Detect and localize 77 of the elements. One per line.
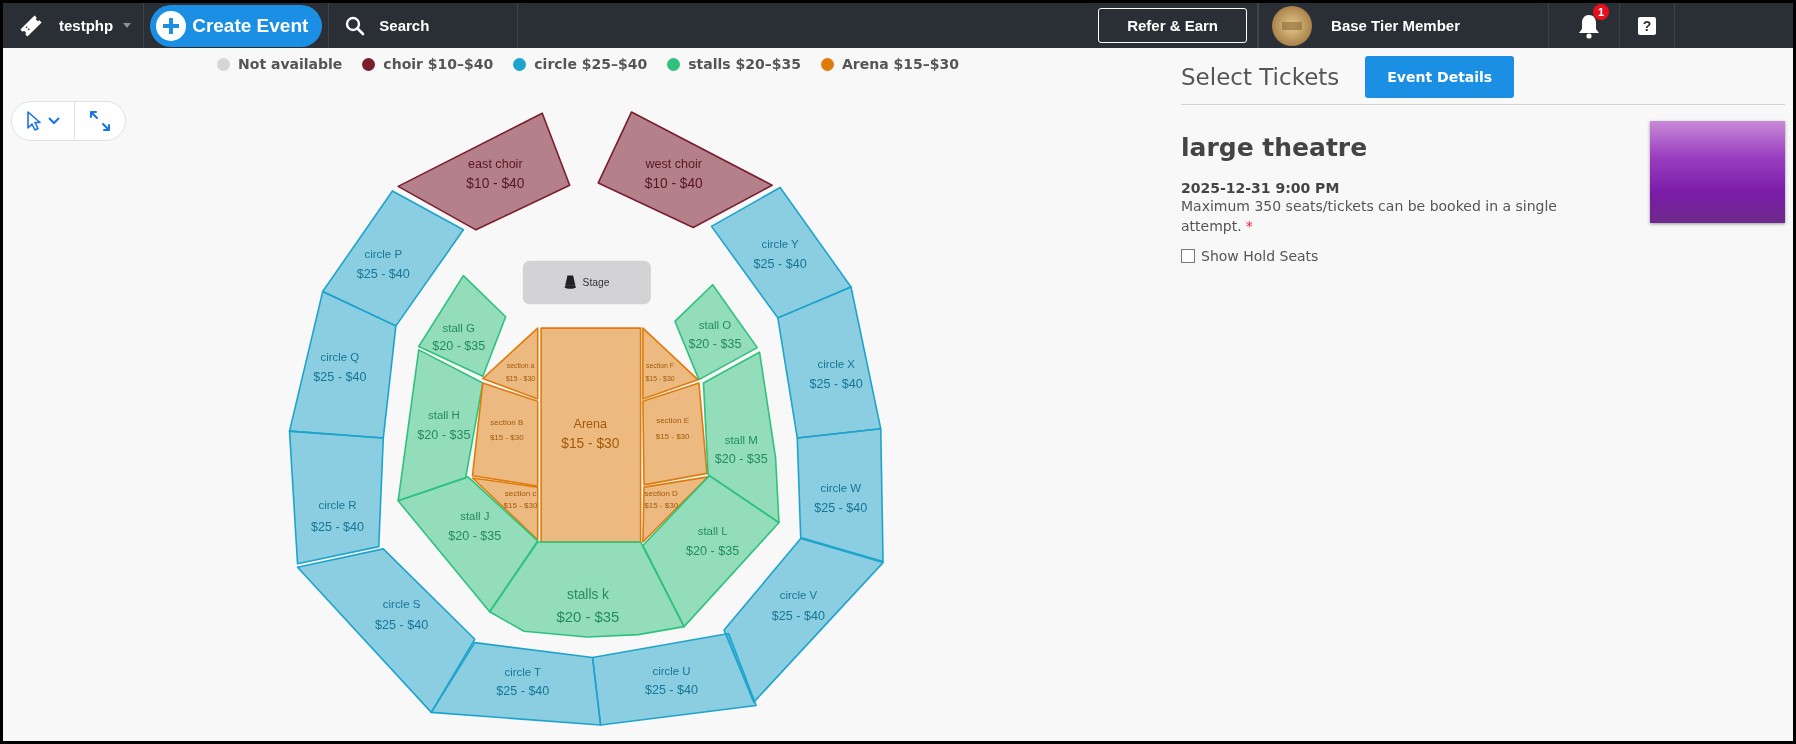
legend-label: stalls $20–$35 [688, 56, 801, 72]
section-name: circle W [820, 481, 862, 494]
search-link[interactable]: Search [379, 17, 430, 34]
section-price: $20 - $35 [714, 452, 768, 467]
account-name[interactable]: testphp [59, 17, 114, 34]
section-price: $15 - $30 [655, 432, 690, 442]
section-price: $20 - $35 [556, 609, 620, 626]
section-name: circle U [652, 664, 691, 677]
chevron-icon [48, 117, 60, 125]
section-price: $25 - $40 [375, 617, 429, 632]
event-name: large theatre [1181, 133, 1369, 162]
section-name: circle T [504, 665, 542, 678]
section-name: circle P [364, 248, 403, 261]
seating-section[interactable] [597, 111, 773, 229]
section-price: $25 - $40 [771, 608, 825, 623]
section-name: stall G [442, 321, 475, 334]
section-price: $10 - $40 [644, 175, 703, 191]
expand-icon [89, 110, 111, 132]
section-price: $15 - $30 [561, 436, 620, 452]
event-date: 2025-12-31 9:00 PM [1181, 180, 1341, 196]
section-price: $15 - $30 [644, 500, 679, 510]
section-price: $25 - $40 [753, 256, 807, 271]
section-name: stall O [698, 319, 732, 332]
section-name: circle X [817, 358, 855, 371]
stage-label: Stage [582, 276, 610, 288]
section-price: $15 - $30 [503, 500, 538, 510]
section-name: stalls k [567, 587, 609, 603]
cursor-icon [26, 110, 42, 132]
legend-label: Arena $15–$30 [841, 56, 959, 72]
section-name: section E [656, 416, 690, 426]
section-price: $25 - $40 [311, 519, 365, 534]
legend-label: circle $25–$40 [534, 56, 648, 72]
section-price: $25 - $40 [644, 683, 699, 698]
section-name: circle Q [320, 351, 360, 364]
section-name: east choir [468, 157, 523, 172]
section-price: $25 - $40 [814, 501, 868, 516]
refer-earn-button[interactable]: Refer & Earn [1098, 8, 1248, 43]
section-price: $20 - $35 [688, 336, 742, 351]
section-name: section B [490, 418, 524, 428]
help-button[interactable]: ? [1638, 16, 1656, 35]
section-price: $20 - $35 [448, 528, 502, 543]
section-price: $25 - $40 [809, 376, 863, 391]
plus-icon [156, 10, 187, 41]
search-icon[interactable] [345, 15, 366, 36]
section-price: $10 - $40 [466, 175, 525, 191]
legend-label: Not available [238, 56, 343, 72]
section-name: stall M [724, 433, 758, 446]
section-price: $20 - $35 [432, 338, 486, 353]
section-name: circle S [382, 598, 421, 611]
section-price: $25 - $40 [356, 266, 410, 281]
section-price: $20 - $35 [417, 428, 471, 443]
section-name: west choir [645, 157, 703, 172]
checkbox[interactable] [1181, 249, 1195, 263]
section-name: section D [644, 489, 678, 499]
seating-section[interactable] [397, 112, 571, 231]
panel-title: Select Tickets [1181, 64, 1340, 90]
section-name: circle R [318, 498, 357, 511]
lamp-icon [564, 275, 576, 289]
section-name: stall H [428, 408, 460, 421]
section-price: $25 - $40 [496, 684, 550, 699]
section-price: $20 - $35 [686, 543, 740, 558]
membership-tier[interactable]: Base Tier Member [1331, 17, 1460, 34]
checkbox-label: Show Hold Seats [1201, 248, 1319, 264]
section-price: $25 - $40 [313, 369, 367, 384]
section-price: $15 - $30 [489, 433, 524, 443]
notification-badge: 1 [1593, 4, 1609, 20]
booking-limit-note: Maximum 350 seats/tickets can be booked in a single attempt. * [1181, 197, 1558, 236]
section-name: circle Y [761, 238, 799, 251]
ticket-icon[interactable] [19, 13, 43, 38]
caret-icon[interactable] [123, 23, 132, 28]
section-name: stall J [460, 510, 490, 523]
section-name: stall L [697, 525, 728, 538]
legend-label: choir $10–$40 [383, 56, 494, 72]
section-name: circle V [779, 589, 818, 602]
membership-emblem-icon [1271, 4, 1314, 47]
section-name: Arena [573, 416, 608, 431]
section-name: section c [504, 489, 537, 499]
